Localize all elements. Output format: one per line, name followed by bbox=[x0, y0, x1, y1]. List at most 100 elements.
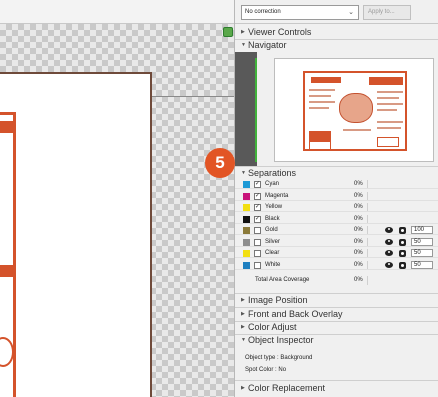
correction-select[interactable]: No correction ⌄ bbox=[241, 5, 359, 20]
section-viewer-controls[interactable]: ▶ Viewer Controls bbox=[235, 26, 438, 39]
document-canvas[interactable] bbox=[0, 24, 234, 397]
chevron-down-icon: ⌄ bbox=[348, 9, 354, 16]
section-separations[interactable]: ▼ Separations bbox=[235, 167, 438, 180]
thumbnail-block bbox=[377, 137, 399, 147]
channel-dot-icon[interactable] bbox=[399, 227, 406, 234]
eye-icon[interactable] bbox=[385, 261, 393, 268]
burger-image bbox=[339, 93, 373, 123]
menu-band bbox=[0, 121, 14, 133]
menu-band bbox=[0, 265, 14, 277]
color-swatch bbox=[243, 204, 250, 211]
section-color-adjust[interactable]: ▶ Color Adjust bbox=[235, 321, 438, 334]
separation-value-field[interactable]: 50 bbox=[411, 249, 433, 257]
navigator-viewport-strip bbox=[235, 52, 257, 166]
separation-row-yellow: ✓ Yellow 0% bbox=[235, 203, 438, 212]
separation-row-gold: Gold 0% 100 bbox=[235, 226, 438, 235]
thumbnail-block bbox=[309, 141, 331, 151]
menu-artwork-edge bbox=[0, 112, 16, 397]
thumbnail-line bbox=[309, 89, 335, 91]
thumbnail-menu bbox=[303, 71, 407, 151]
spot-color-label: Spot Color : bbox=[245, 367, 277, 373]
triangle-right-icon: ▶ bbox=[241, 324, 245, 331]
separation-checkbox[interactable]: ✓ bbox=[254, 215, 261, 223]
separation-row-black: ✓ Black 0% bbox=[235, 214, 438, 224]
section-front-back-overlay[interactable]: ▶ Front and Back Overlay bbox=[235, 308, 438, 321]
row-gridline bbox=[235, 222, 438, 224]
color-swatch bbox=[243, 238, 250, 246]
separation-checkbox[interactable]: ✓ bbox=[254, 204, 261, 211]
channel-dot-icon[interactable] bbox=[399, 238, 406, 246]
row-gridline bbox=[235, 268, 438, 270]
spot-color-line: Spot Color : No bbox=[245, 367, 286, 373]
row-gridline bbox=[235, 234, 438, 235]
thumbnail-line bbox=[377, 103, 403, 105]
thumbnail-line bbox=[377, 91, 403, 93]
separation-row-cyan: ✓ Cyan 0% bbox=[235, 180, 438, 189]
separation-checkbox[interactable] bbox=[254, 250, 261, 257]
separation-value-field[interactable]: 50 bbox=[411, 260, 433, 269]
row-gridline bbox=[235, 188, 438, 189]
separation-value-field[interactable]: 50 bbox=[411, 237, 433, 246]
thumbnail-line bbox=[377, 127, 401, 129]
channel-dot-icon[interactable] bbox=[399, 261, 406, 269]
color-swatch bbox=[243, 181, 250, 188]
thumbnail-line bbox=[377, 97, 399, 99]
triangle-down-icon: ▼ bbox=[241, 42, 246, 49]
eye-icon[interactable] bbox=[385, 250, 393, 256]
separation-checkbox[interactable]: ✓ bbox=[254, 181, 261, 188]
page-sheet bbox=[0, 72, 152, 397]
panel-toolbar: No correction ⌄ Apply to... bbox=[235, 0, 438, 24]
thumbnail-line bbox=[377, 109, 397, 111]
triangle-down-icon: ▼ bbox=[241, 170, 246, 177]
color-swatch bbox=[243, 261, 250, 269]
eye-icon[interactable] bbox=[385, 227, 393, 233]
spot-color-value: No bbox=[278, 367, 287, 373]
object-type-label: Object type : bbox=[245, 355, 279, 361]
triangle-right-icon: ▶ bbox=[241, 311, 245, 318]
thumbnail-line bbox=[309, 95, 331, 97]
thumbnail-title bbox=[369, 77, 403, 85]
separation-row-clear: Clear 0% 50 bbox=[235, 249, 438, 258]
color-swatch bbox=[243, 250, 250, 257]
object-inspector-body: Object type : Background Spot Color : No bbox=[235, 346, 438, 379]
total-coverage-value: 0% bbox=[354, 277, 363, 283]
viewer-side-panel: No correction ⌄ Apply to... ▶ Viewer Cont… bbox=[223, 0, 438, 397]
row-gridline bbox=[235, 211, 438, 212]
total-coverage-row: Total Area Coverage 0% bbox=[235, 276, 438, 285]
apply-to-button[interactable]: Apply to... bbox=[363, 5, 411, 20]
thumbnail-line bbox=[377, 121, 403, 123]
separation-row-silver: Silver 0% 50 bbox=[235, 237, 438, 247]
color-swatch bbox=[243, 227, 250, 234]
step-marker-badge: 5 bbox=[205, 148, 235, 178]
triangle-right-icon: ▶ bbox=[241, 385, 245, 392]
row-gridline bbox=[235, 257, 438, 258]
separation-checkbox[interactable] bbox=[254, 227, 261, 234]
separation-value-field[interactable]: 100 bbox=[411, 226, 433, 234]
separation-checkbox[interactable] bbox=[254, 261, 261, 269]
separation-checkbox[interactable]: ✓ bbox=[254, 192, 261, 200]
divider bbox=[235, 380, 438, 381]
thumbnail-block bbox=[309, 131, 331, 141]
row-gridline bbox=[235, 245, 438, 247]
color-swatch bbox=[243, 215, 250, 223]
eye-icon[interactable] bbox=[385, 238, 393, 245]
correction-select-value: No correction bbox=[245, 9, 281, 15]
thumbnail-line bbox=[343, 129, 371, 131]
section-image-position[interactable]: ▶ Image Position bbox=[235, 294, 438, 307]
section-navigator[interactable]: ▼ Navigator bbox=[235, 39, 438, 52]
thumbnail-line bbox=[309, 107, 329, 109]
color-swatch bbox=[243, 192, 250, 200]
object-type-value: Background bbox=[280, 355, 313, 361]
navigator-frame[interactable] bbox=[255, 58, 257, 162]
triangle-right-icon: ▶ bbox=[241, 29, 245, 36]
section-color-replacement[interactable]: ▶ Color Replacement bbox=[235, 382, 438, 395]
menu-graphic bbox=[0, 337, 14, 367]
thumbnail-line bbox=[309, 101, 335, 103]
channel-dot-icon[interactable] bbox=[399, 250, 406, 257]
column-divider bbox=[367, 276, 368, 285]
object-type-line: Object type : Background bbox=[245, 355, 312, 361]
green-viewer-icon[interactable] bbox=[223, 27, 233, 37]
navigator-thumbnail[interactable] bbox=[274, 58, 434, 162]
separation-row-white: White 0% 50 bbox=[235, 260, 438, 270]
separation-checkbox[interactable] bbox=[254, 238, 261, 246]
